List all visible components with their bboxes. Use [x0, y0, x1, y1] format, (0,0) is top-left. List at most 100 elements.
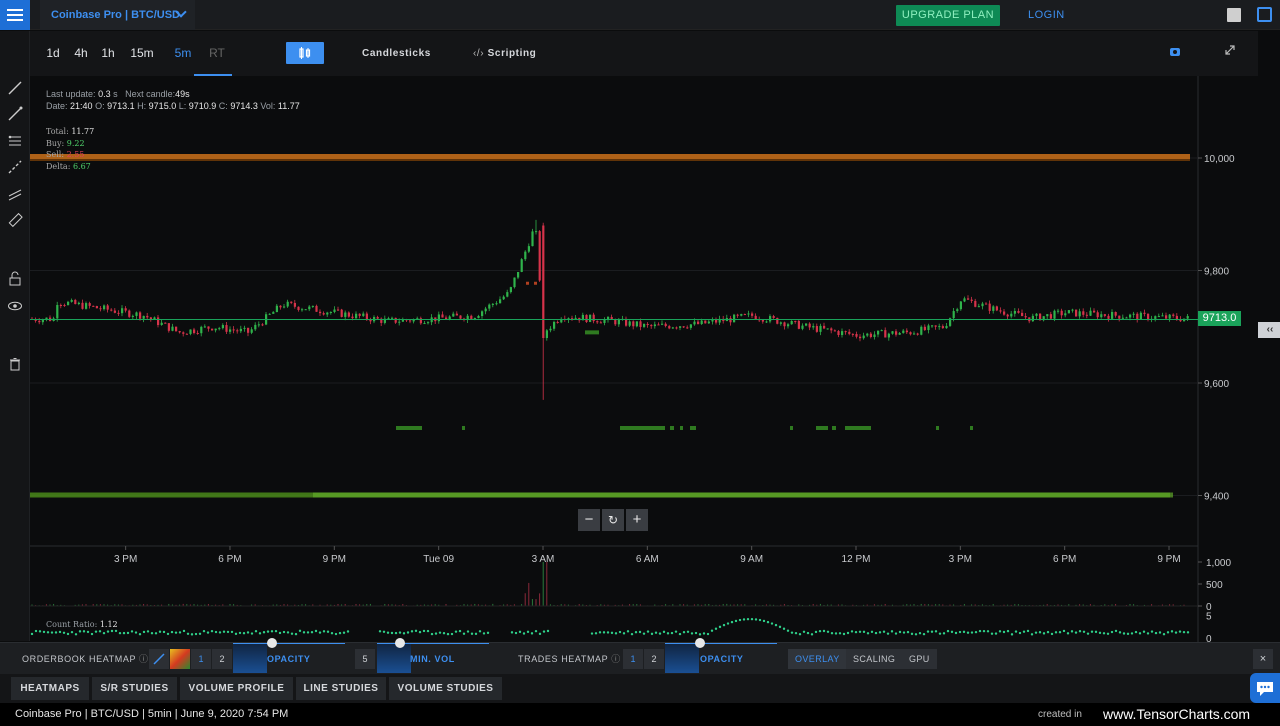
ratio-dot	[1046, 630, 1050, 634]
high-label: H:	[137, 101, 147, 111]
trend-line-tool-icon[interactable]	[7, 80, 23, 96]
chat-icon[interactable]	[1250, 673, 1280, 703]
tab-line-studies[interactable]: LINE STUDIES	[296, 677, 386, 700]
ratio-dot	[1142, 630, 1146, 633]
candle-body	[754, 315, 757, 320]
candle-body	[491, 303, 494, 305]
timeframe-1h[interactable]: 1h	[97, 31, 119, 76]
ratio-dot	[1038, 631, 1042, 634]
info-icon[interactable]: ⓘ	[611, 654, 621, 664]
high-value: 9715.0	[148, 101, 177, 111]
trades-mode-1[interactable]: 1	[623, 649, 643, 669]
close-panel-button[interactable]: ×	[1253, 649, 1273, 669]
reset-zoom-icon[interactable]: ↻	[602, 509, 624, 531]
camera-icon[interactable]	[1170, 48, 1180, 56]
candle-body	[761, 319, 764, 322]
trades-opacity-label: OPACITY	[700, 654, 744, 664]
tab-sr-studies[interactable]: S/R STUDIES	[92, 677, 177, 700]
ratio-dot	[634, 631, 638, 634]
candle-body	[495, 303, 498, 305]
ratio-dot	[910, 632, 914, 636]
timeframe-4h[interactable]: 4h	[69, 31, 93, 76]
overlay-button[interactable]: OVERLAY	[788, 649, 847, 669]
ratio-dot	[754, 618, 758, 621]
info-icon[interactable]: ⓘ	[139, 654, 149, 664]
candle-body	[787, 324, 790, 327]
candle-body	[106, 305, 109, 310]
tab-volume-studies[interactable]: VOLUME STUDIES	[389, 677, 502, 700]
channel-tool-icon[interactable]	[7, 186, 23, 202]
login-link[interactable]: LOGIN	[1028, 0, 1065, 30]
horizontal-lines-tool-icon[interactable]	[7, 133, 23, 149]
hamburger-menu-icon[interactable]	[0, 0, 30, 30]
orderbook-mode-2[interactable]: 2	[212, 649, 232, 669]
price-tick-label: 9,400	[1204, 492, 1229, 503]
gpu-button[interactable]: GPU	[902, 649, 937, 669]
candle-body	[603, 319, 606, 323]
count-ratio-label: Count Ratio: 1.12	[46, 620, 118, 629]
ruler-tool-icon[interactable]	[7, 212, 23, 228]
candlesticks-menu[interactable]: Candlesticks	[362, 31, 431, 76]
candle-body	[765, 321, 768, 323]
upgrade-plan-button[interactable]: UPGRADE PLAN	[896, 5, 1000, 26]
trades-heatmap-label: TRADES HEATMAP ⓘ	[518, 643, 621, 675]
timeframe-1d[interactable]: 1d	[42, 31, 64, 76]
eye-icon[interactable]	[7, 298, 23, 314]
open-value: 9713.1	[107, 101, 135, 111]
dark-theme-icon[interactable]	[1257, 7, 1272, 22]
candle-body	[311, 305, 314, 307]
ratio-dot	[666, 632, 670, 635]
fullscreen-icon[interactable]	[1224, 44, 1236, 56]
time-tick-label: 9 PM	[323, 554, 346, 565]
extended-line-tool-icon[interactable]	[7, 159, 23, 175]
timeframe-15m[interactable]: 15m	[128, 31, 156, 76]
ratio-dot	[1150, 630, 1154, 633]
chart-canvas[interactable]: 10,000 9,800 9,600 9,400 3 PM 6 PM 9 PM Tue 09 3…	[30, 76, 1258, 642]
color-palette-button[interactable]	[170, 649, 190, 669]
candle-body	[772, 316, 775, 318]
ratio-dot	[794, 631, 798, 635]
ratio-dot	[714, 627, 718, 630]
timeframe-rt[interactable]: RT	[204, 31, 230, 76]
min-vol-slider-knob[interactable]	[395, 638, 405, 648]
price-chart[interactable]: 10,000 9,800 9,600 9,400 3 PM 6 PM 9 PM Tue 09 3…	[30, 76, 1280, 642]
scripting-menu[interactable]: ‹/› Scripting	[473, 31, 536, 76]
footer-brand[interactable]: www.TensorCharts.com	[1103, 703, 1250, 726]
candle-body	[340, 309, 343, 317]
ratio-dot	[486, 631, 490, 635]
ray-tool-icon[interactable]	[7, 106, 23, 122]
candle-type-button[interactable]	[286, 42, 324, 64]
market-selector[interactable]: Coinbase Pro | BTC/USD	[40, 0, 195, 30]
ratio-dot	[858, 630, 862, 633]
tab-heatmaps[interactable]: HEATMAPS	[11, 677, 89, 700]
trades-mode-2[interactable]: 2	[644, 649, 664, 669]
candle-body	[553, 321, 556, 329]
timeframe-5m[interactable]: 5m	[170, 31, 196, 76]
trades-opacity-slider-fill	[665, 643, 699, 673]
ratio-dot	[1186, 631, 1190, 634]
scaling-button[interactable]: SCALING	[846, 649, 903, 669]
ratio-dot	[166, 632, 170, 636]
unlock-icon[interactable]	[7, 271, 23, 287]
tab-volume-profile[interactable]: VOLUME PROFILE	[180, 677, 293, 700]
ratio-dot	[318, 631, 322, 634]
zoom-out-button[interactable]: −	[578, 509, 600, 531]
candle-body	[801, 325, 804, 329]
trades-heatmap-text: TRADES HEATMAP	[518, 654, 609, 664]
candle-body	[1154, 316, 1157, 319]
trash-icon[interactable]	[7, 356, 23, 372]
ratio-dot	[618, 630, 622, 634]
light-theme-icon[interactable]	[1227, 8, 1241, 22]
min-vol-value[interactable]: 5	[355, 649, 375, 669]
line-mode-icon[interactable]	[149, 649, 169, 669]
candle-body	[805, 323, 808, 326]
collapse-panel-icon[interactable]: ‹‹	[1258, 322, 1280, 338]
time-tick-label: 9 AM	[740, 554, 763, 565]
candle-body	[193, 329, 196, 333]
zoom-in-button[interactable]: +	[626, 509, 648, 531]
ratio-dot	[346, 630, 350, 633]
ratio-dot	[994, 632, 998, 635]
ratio-dot	[170, 630, 174, 634]
candle-body	[639, 321, 642, 327]
orderbook-mode-1[interactable]: 1	[191, 649, 211, 669]
